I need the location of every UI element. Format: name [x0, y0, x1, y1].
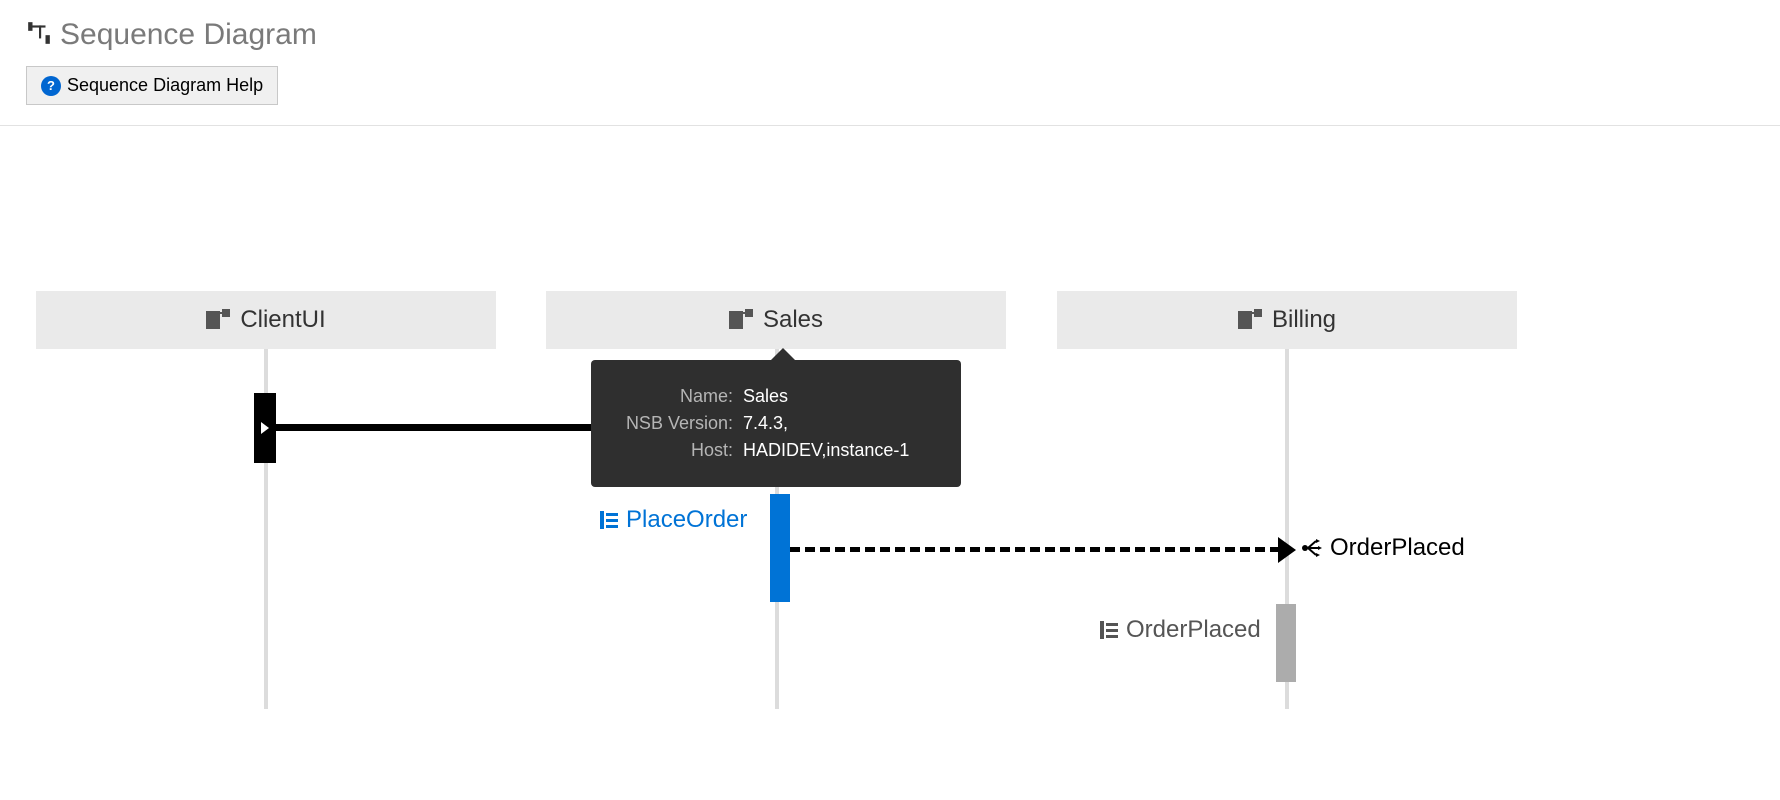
arrow-head-icon — [1278, 537, 1296, 563]
tooltip-value-version: 7.4.3, — [743, 413, 939, 434]
endpoint-name: ClientUI — [240, 306, 325, 334]
sequence-diagram-icon — [26, 20, 52, 51]
endpoint-icon — [206, 309, 230, 331]
page-title: Sequence Diagram — [60, 18, 317, 52]
tooltip-value-host: HADIDEV,instance-1 — [743, 440, 939, 461]
tooltip-row: Name: Sales — [613, 386, 939, 407]
endpoint-header-billing[interactable]: Billing — [1057, 291, 1517, 349]
endpoint-name: Billing — [1272, 306, 1336, 334]
message-text: PlaceOrder — [626, 506, 747, 534]
event-label-orderplaced[interactable]: OrderPlaced — [1300, 534, 1465, 562]
start-marker[interactable] — [254, 393, 276, 463]
tooltip-row: Host: HADIDEV,instance-1 — [613, 440, 939, 461]
help-button-label: Sequence Diagram Help — [67, 75, 263, 96]
event-arrow-orderplaced[interactable] — [790, 547, 1280, 552]
handler-text: OrderPlaced — [1126, 616, 1261, 644]
endpoint-name: Sales — [763, 306, 823, 334]
tooltip-label-host: Host: — [613, 440, 743, 461]
diagram-canvas: ClientUI Sales Billing PlaceOrder — [0, 126, 1780, 766]
tooltip-label-name: Name: — [613, 386, 743, 407]
help-button[interactable]: ? Sequence Diagram Help — [26, 66, 278, 105]
tooltip-row: NSB Version: 7.4.3, — [613, 413, 939, 434]
handler-label-orderplaced[interactable]: OrderPlaced — [1100, 616, 1261, 644]
event-icon — [1300, 537, 1322, 559]
message-label-placeorder[interactable]: PlaceOrder — [600, 506, 747, 534]
activation-billing[interactable] — [1276, 604, 1296, 682]
command-icon — [600, 511, 618, 529]
tooltip-label-version: NSB Version: — [613, 413, 743, 434]
endpoint-icon — [729, 309, 753, 331]
endpoint-header-clientui[interactable]: ClientUI — [36, 291, 496, 349]
play-icon — [261, 422, 269, 434]
help-icon: ? — [41, 76, 61, 96]
tooltip-value-name: Sales — [743, 386, 939, 407]
endpoint-tooltip: Name: Sales NSB Version: 7.4.3, Host: HA… — [591, 360, 961, 487]
handler-icon — [1100, 621, 1118, 639]
event-text: OrderPlaced — [1330, 534, 1465, 562]
endpoint-icon — [1238, 309, 1262, 331]
activation-sales[interactable] — [770, 494, 790, 602]
endpoint-header-sales[interactable]: Sales — [546, 291, 1006, 349]
